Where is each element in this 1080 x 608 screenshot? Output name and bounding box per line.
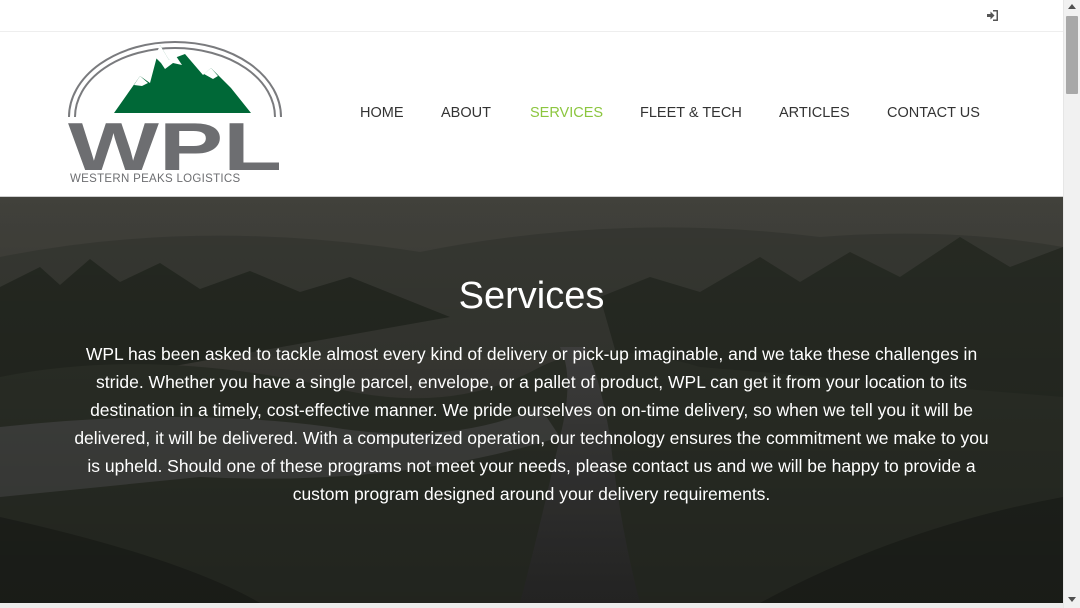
sign-in-icon[interactable] — [986, 9, 999, 22]
site-header: WPL WESTERN PEAKS LOGISTICS HOME ABOUT S… — [0, 32, 1063, 197]
scroll-down-arrow-icon[interactable] — [1068, 597, 1076, 602]
section-divider — [0, 603, 1063, 608]
hero-section: Services WPL has been asked to tackle al… — [0, 197, 1063, 603]
scrollbar-thumb[interactable] — [1066, 16, 1078, 94]
wpl-logo[interactable]: WPL — [64, 41, 286, 189]
scroll-up-arrow-icon[interactable] — [1068, 4, 1076, 9]
nav-about[interactable]: ABOUT — [441, 105, 491, 121]
logo-tagline: WESTERN PEAKS LOGISTICS — [70, 173, 241, 185]
top-bar — [0, 0, 1063, 32]
nav-home[interactable]: HOME — [360, 105, 404, 121]
page-title: Services — [458, 275, 605, 317]
services-description: WPL has been asked to tackle almost ever… — [74, 344, 989, 504]
nav-fleet-tech[interactable]: FLEET & TECH — [640, 105, 742, 121]
vertical-scrollbar[interactable] — [1063, 0, 1080, 608]
nav-articles[interactable]: ARTICLES — [779, 105, 850, 121]
nav-contact-us[interactable]: CONTACT US — [887, 105, 980, 121]
nav-services[interactable]: SERVICES — [530, 105, 603, 121]
